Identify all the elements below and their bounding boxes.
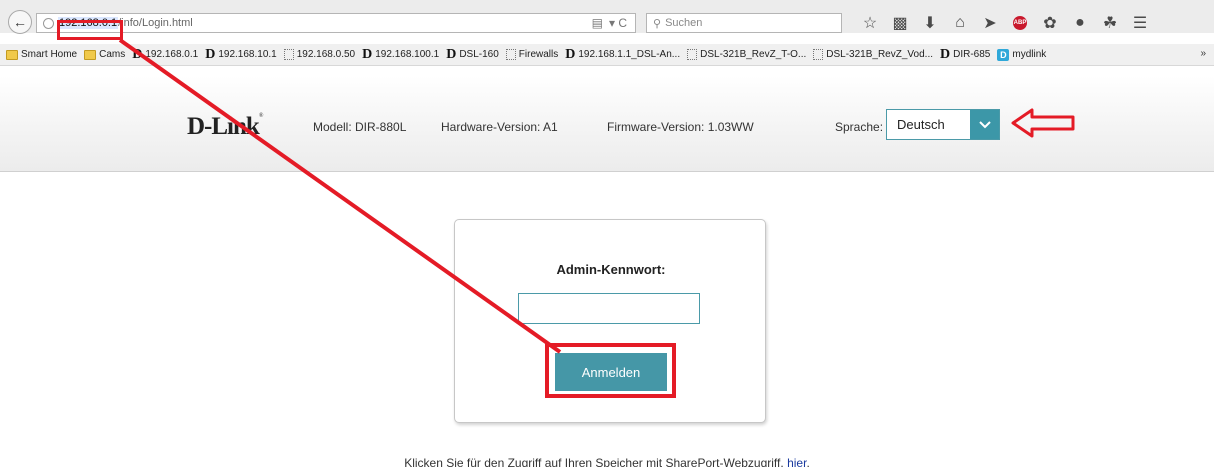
footer-text: Klicken Sie für den Zugriff auf Ihren Sp… xyxy=(404,456,784,467)
language-select[interactable]: Deutsch xyxy=(886,109,1000,140)
language-label: Sprache: xyxy=(835,120,884,134)
dlink-icon: D xyxy=(362,46,373,62)
home-icon[interactable]: ⌂ xyxy=(945,12,975,34)
url-path: /info/Login.html xyxy=(118,17,193,29)
login-button[interactable]: Anmelden xyxy=(555,353,667,391)
bookmark-item[interactable]: D 192.168.0.1 xyxy=(132,47,198,63)
dlink-icon: D xyxy=(132,46,143,62)
back-arrow-icon: ← xyxy=(13,14,27,30)
mydlink-icon: D xyxy=(997,48,1010,61)
browser-toolbar-icons: ☆ ▩ ⬇ ⌂ ➤ ABP ✿ ● ☘ ☰ xyxy=(855,12,1155,34)
url-dropdown-reload[interactable]: ▾ C xyxy=(609,16,627,30)
page-icon xyxy=(687,49,698,60)
bookmarks-bar: Smart Home Cams D 192.168.0.1 D 192.168.10… xyxy=(0,44,1214,66)
dlink-icon: D xyxy=(565,46,576,62)
search-icon: ⚲ xyxy=(653,17,662,30)
dlink-icon: D xyxy=(446,46,457,62)
admin-password-label: Admin-Kennwort: xyxy=(556,262,666,277)
chevron-down-icon[interactable] xyxy=(970,110,999,139)
bookmark-item[interactable]: DSL-321B_RevZ_Vod... xyxy=(813,49,933,60)
bookmark-item[interactable]: D DSL-160 xyxy=(446,47,499,63)
bookmarks-menu-icon[interactable]: ▩ xyxy=(885,12,915,34)
adblock-icon[interactable]: ABP xyxy=(1005,12,1035,34)
router-header: D-Link® Modell: DIR-880L Hardware-Versio… xyxy=(0,76,1214,172)
bookmark-item[interactable]: Firewalls xyxy=(505,49,558,60)
page-icon xyxy=(505,49,516,60)
addon-icon[interactable]: ☘ xyxy=(1095,12,1125,34)
download-icon[interactable]: ⬇ xyxy=(915,12,945,34)
page-icon xyxy=(813,49,824,60)
send-icon[interactable]: ➤ xyxy=(975,12,1005,34)
dlink-icon: D xyxy=(205,46,216,62)
dlink-icon: D xyxy=(940,46,951,62)
annotation-arrow-icon xyxy=(1011,108,1075,138)
browser-window: ← 192.168.0.1 /info/Login.html ▤ ▾ C ⚲ S… xyxy=(0,0,1214,467)
url-host: 192.168.0.1 xyxy=(58,17,119,29)
bookmark-item[interactable]: DSL-321B_RevZ_T-O... xyxy=(687,49,806,60)
url-bar[interactable]: 192.168.0.1 /info/Login.html ▤ ▾ C xyxy=(36,13,636,33)
bookmark-item[interactable]: 192.168.0.50 xyxy=(283,49,355,60)
bookmark-item[interactable]: Cams xyxy=(84,49,125,60)
chat-icon[interactable]: ● xyxy=(1065,12,1095,34)
page-icon xyxy=(283,49,294,60)
bookmark-item[interactable]: D 192.168.1.1_DSL-An... xyxy=(565,47,680,63)
shareport-footer: Klicken Sie für den Zugriff auf Ihren Sp… xyxy=(0,456,1214,467)
dlink-logo: D-Link® xyxy=(187,113,263,140)
more-bookmarks-icon[interactable]: » xyxy=(1200,48,1206,59)
bookmark-item[interactable]: D 192.168.10.1 xyxy=(205,47,277,63)
back-button[interactable]: ← xyxy=(8,10,32,34)
hardware-version-text: Hardware-Version: A1 xyxy=(441,120,558,134)
bookmark-star-icon[interactable]: ☆ xyxy=(855,12,885,34)
bookmark-item[interactable]: Dmydlink xyxy=(997,48,1046,61)
language-value: Deutsch xyxy=(897,117,945,132)
model-text: Modell: DIR-880L xyxy=(313,120,407,134)
admin-password-input[interactable] xyxy=(518,293,700,324)
extension-icon[interactable]: ✿ xyxy=(1035,12,1065,34)
firmware-version-text: Firmware-Version: 1.03WW xyxy=(607,120,754,134)
url-bar-controls: ▤ ▾ C xyxy=(592,16,627,30)
search-input[interactable]: ⚲ Suchen xyxy=(646,13,842,33)
site-info-icon[interactable] xyxy=(43,17,54,29)
folder-icon xyxy=(6,49,18,60)
shareport-link[interactable]: hier xyxy=(787,456,806,467)
reader-icon[interactable]: ▤ xyxy=(592,16,603,30)
menu-icon[interactable]: ☰ xyxy=(1125,12,1155,34)
folder-icon xyxy=(84,49,97,60)
search-placeholder: Suchen xyxy=(665,17,703,29)
bookmark-item[interactable]: D 192.168.100.1 xyxy=(362,47,439,63)
login-panel: Admin-Kennwort: Anmelden xyxy=(454,219,766,423)
navigation-toolbar: ← 192.168.0.1 /info/Login.html ▤ ▾ C ⚲ S… xyxy=(0,0,1214,34)
bookmark-item[interactable]: Smart Home xyxy=(6,49,77,60)
bookmark-item[interactable]: D DIR-685 xyxy=(940,47,990,63)
